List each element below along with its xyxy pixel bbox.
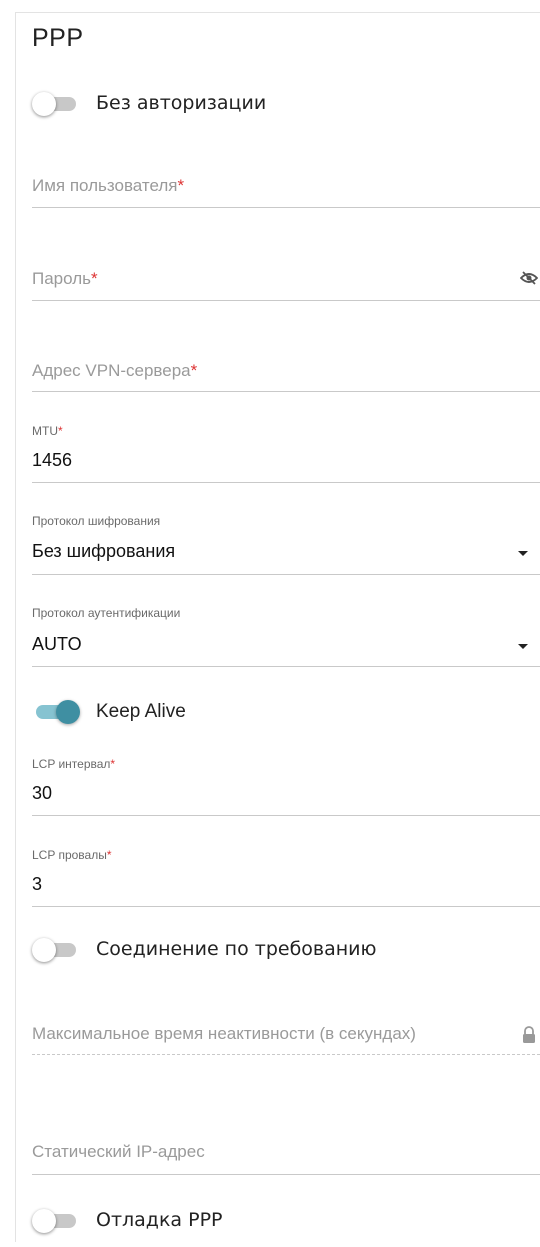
- chevron-down-icon: [518, 551, 528, 556]
- field-underline: [32, 1174, 540, 1175]
- field-underline: [32, 300, 540, 301]
- vpn-server-placeholder: Адрес VPN-сервера*: [32, 361, 198, 380]
- lcp-interval-value: 30: [32, 783, 53, 803]
- field-underline: [32, 207, 540, 208]
- on-demand-toggle[interactable]: [32, 934, 80, 964]
- password-placeholder: Пароль*: [32, 269, 98, 288]
- encryption-select[interactable]: Протокол шифрования Без шифрования: [32, 514, 540, 576]
- debug-ppp-label: Отладка PPP: [96, 1209, 223, 1231]
- auth-protocol-label: Протокол аутентификации: [32, 606, 181, 620]
- mtu-label: MTU*: [32, 424, 63, 438]
- mtu-value: 1456: [32, 450, 73, 470]
- lock-icon: [522, 1026, 536, 1049]
- encryption-label: Протокол шифрования: [32, 514, 161, 528]
- lcp-interval-field[interactable]: LCP интервал* 30: [32, 757, 540, 817]
- no-auth-label: Без авторизации: [96, 92, 267, 114]
- chevron-down-icon: [518, 644, 528, 649]
- field-underline: [32, 906, 540, 907]
- vpn-server-field[interactable]: Адрес VPN-сервера*: [32, 345, 540, 395]
- field-underline: [32, 574, 540, 575]
- field-underline: [32, 482, 540, 483]
- field-underline: [32, 666, 540, 667]
- field-underline: [32, 815, 540, 816]
- static-ip-placeholder: Статический IP-адрес: [32, 1142, 205, 1161]
- section-title: PPP: [32, 24, 84, 52]
- field-underline: [32, 1054, 540, 1055]
- lcp-failures-value: 3: [32, 874, 43, 894]
- keep-alive-label: Keep Alive: [96, 701, 186, 722]
- static-ip-field[interactable]: Статический IP-адрес: [32, 1126, 540, 1176]
- encryption-value: Без шифрования: [32, 541, 176, 561]
- eye-off-icon[interactable]: [519, 271, 539, 290]
- keep-alive-toggle[interactable]: [32, 696, 80, 726]
- toggle-knob: [56, 700, 80, 724]
- toggle-knob: [32, 1209, 56, 1233]
- lcp-failures-label: LCP провалы*: [32, 848, 112, 862]
- max-idle-placeholder: Максимальное время неактивности (в секун…: [32, 1024, 416, 1043]
- no-auth-toggle[interactable]: [32, 88, 80, 118]
- toggle-knob: [32, 938, 56, 962]
- auth-protocol-select[interactable]: Протокол аутентификации AUTO: [32, 606, 540, 668]
- toggle-knob: [32, 92, 56, 116]
- max-idle-field: Максимальное время неактивности (в секун…: [32, 1008, 540, 1058]
- debug-ppp-toggle[interactable]: [32, 1205, 80, 1235]
- username-placeholder: Имя пользователя*: [32, 176, 185, 195]
- field-underline: [32, 391, 540, 392]
- on-demand-label: Соединение по требованию: [96, 938, 377, 960]
- auth-protocol-value: AUTO: [32, 634, 82, 654]
- lcp-interval-label: LCP интервал*: [32, 757, 116, 771]
- username-field[interactable]: Имя пользователя*: [32, 160, 540, 210]
- password-field[interactable]: Пароль*: [32, 253, 540, 303]
- mtu-field[interactable]: MTU* 1456: [32, 424, 540, 484]
- lcp-failures-field[interactable]: LCP провалы* 3: [32, 848, 540, 908]
